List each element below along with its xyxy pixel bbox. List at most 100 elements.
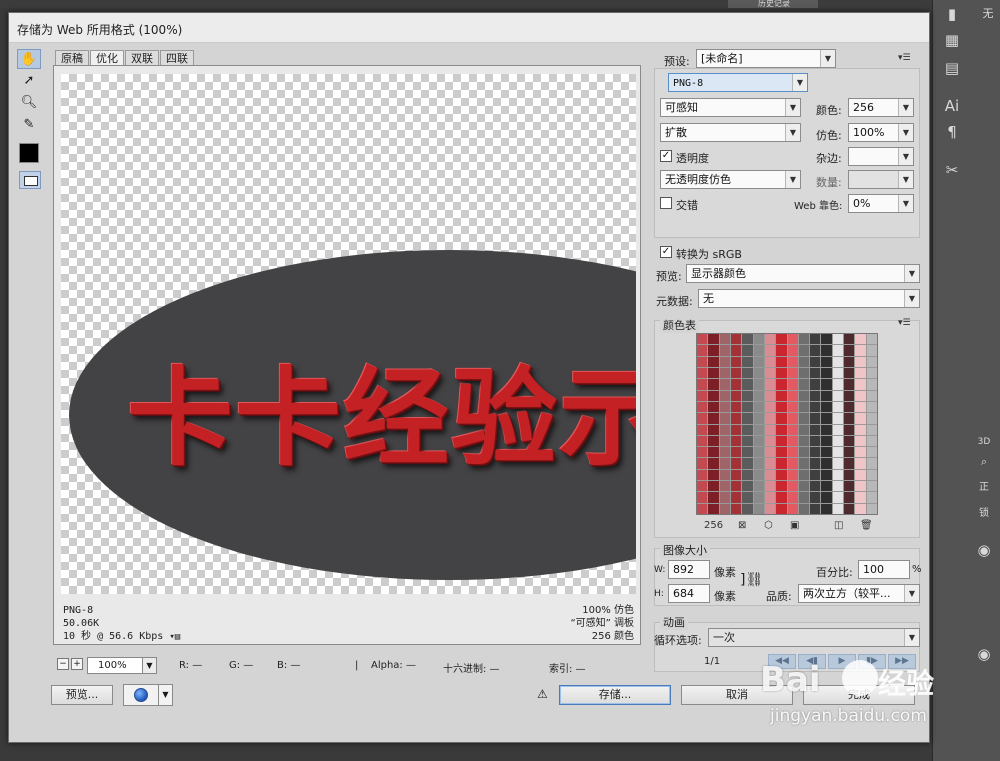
- color-swatch[interactable]: [730, 481, 742, 492]
- color-swatch[interactable]: [844, 334, 855, 345]
- color-swatch[interactable]: [832, 334, 844, 345]
- eyedropper-color-swatch[interactable]: [19, 143, 39, 163]
- color-swatch[interactable]: [855, 379, 866, 390]
- color-swatch[interactable]: [753, 356, 764, 367]
- color-swatch[interactable]: [855, 424, 866, 435]
- color-swatch[interactable]: [855, 492, 866, 503]
- color-swatch[interactable]: [810, 458, 821, 469]
- color-swatch[interactable]: [697, 447, 708, 458]
- color-swatch[interactable]: [798, 345, 810, 356]
- color-swatch[interactable]: [753, 469, 764, 481]
- color-swatch[interactable]: [730, 447, 742, 458]
- color-swatch[interactable]: [719, 401, 730, 413]
- color-swatch[interactable]: [697, 345, 708, 356]
- color-swatch[interactable]: [697, 458, 708, 469]
- color-swatch[interactable]: [753, 447, 764, 458]
- color-swatch[interactable]: [798, 424, 810, 435]
- color-swatch[interactable]: [719, 367, 730, 379]
- color-swatch[interactable]: [810, 390, 821, 401]
- width-input[interactable]: 892: [668, 560, 710, 579]
- color-swatch[interactable]: [855, 413, 866, 424]
- color-swatch[interactable]: [821, 379, 832, 390]
- color-swatch[interactable]: [866, 345, 877, 356]
- color-swatch[interactable]: [798, 401, 810, 413]
- color-swatch[interactable]: [798, 413, 810, 424]
- zoom-in-button[interactable]: +: [71, 658, 83, 670]
- toggle-slices-icon[interactable]: [19, 171, 41, 189]
- color-swatch[interactable]: [787, 356, 798, 367]
- color-swatch[interactable]: [697, 469, 708, 481]
- color-swatch[interactable]: [719, 492, 730, 503]
- color-swatch[interactable]: [776, 492, 787, 503]
- color-swatch[interactable]: [866, 424, 877, 435]
- color-swatch[interactable]: [844, 492, 855, 503]
- color-swatch[interactable]: [708, 503, 719, 514]
- color-swatch[interactable]: [764, 458, 776, 469]
- zoom-level-select[interactable]: 100% ▼: [87, 657, 157, 674]
- lock-color-icon[interactable]: ▣: [790, 520, 799, 531]
- color-swatch[interactable]: [764, 424, 776, 435]
- color-swatch[interactable]: [821, 447, 832, 458]
- color-swatch[interactable]: [832, 469, 844, 481]
- color-swatch[interactable]: [855, 401, 866, 413]
- color-swatch[interactable]: [730, 458, 742, 469]
- preview-button[interactable]: 预览...: [51, 685, 113, 705]
- color-swatch[interactable]: [866, 401, 877, 413]
- color-swatch[interactable]: [844, 481, 855, 492]
- color-swatch[interactable]: [753, 492, 764, 503]
- color-swatch[interactable]: [697, 379, 708, 390]
- color-swatch[interactable]: [798, 481, 810, 492]
- color-swatch[interactable]: [810, 413, 821, 424]
- color-swatch[interactable]: [798, 503, 810, 514]
- color-swatch[interactable]: [832, 345, 844, 356]
- panel-dock-icon[interactable]: ▮: [941, 4, 963, 24]
- format-select[interactable]: PNG-8 ▼: [668, 73, 808, 92]
- color-swatch[interactable]: [821, 390, 832, 401]
- color-swatch[interactable]: [810, 367, 821, 379]
- color-swatch[interactable]: [742, 356, 753, 367]
- color-swatch[interactable]: [776, 390, 787, 401]
- optimize-menu-icon[interactable]: ▾☰: [898, 53, 911, 63]
- color-swatch[interactable]: [821, 492, 832, 503]
- color-swatch[interactable]: [776, 447, 787, 458]
- color-swatch[interactable]: [855, 334, 866, 345]
- color-swatch[interactable]: [764, 334, 776, 345]
- color-swatch[interactable]: [764, 481, 776, 492]
- panel-layers-icon[interactable]: ▤: [941, 58, 963, 78]
- color-swatch[interactable]: [832, 492, 844, 503]
- color-swatch[interactable]: [798, 435, 810, 447]
- color-swatch[interactable]: [719, 345, 730, 356]
- color-swatch[interactable]: [866, 334, 877, 345]
- color-swatch[interactable]: [697, 424, 708, 435]
- map-transparency-icon[interactable]: ⊠: [738, 520, 746, 531]
- color-swatch[interactable]: [844, 503, 855, 514]
- color-swatch[interactable]: [810, 379, 821, 390]
- color-swatch[interactable]: [787, 379, 798, 390]
- color-swatch[interactable]: [855, 481, 866, 492]
- color-swatch[interactable]: [753, 390, 764, 401]
- color-swatch[interactable]: [742, 481, 753, 492]
- color-swatch[interactable]: [832, 447, 844, 458]
- color-swatch[interactable]: [730, 435, 742, 447]
- color-swatch[interactable]: [810, 334, 821, 345]
- color-swatch[interactable]: [708, 334, 719, 345]
- color-swatch[interactable]: [753, 379, 764, 390]
- eyedropper-tool-icon[interactable]: ✎: [17, 115, 41, 135]
- color-swatch[interactable]: [742, 424, 753, 435]
- color-swatch[interactable]: [810, 447, 821, 458]
- color-swatch[interactable]: [832, 379, 844, 390]
- delete-color-icon[interactable]: 🗑︎: [860, 520, 873, 531]
- color-swatch[interactable]: [798, 356, 810, 367]
- metadata-select[interactable]: 无 ▼: [698, 289, 920, 308]
- color-swatch[interactable]: [787, 334, 798, 345]
- color-swatch[interactable]: [764, 379, 776, 390]
- color-swatch[interactable]: [866, 413, 877, 424]
- preview-canvas[interactable]: 卡卡经验示: [61, 74, 636, 594]
- color-swatch[interactable]: [855, 447, 866, 458]
- color-swatch[interactable]: [708, 447, 719, 458]
- color-swatch[interactable]: [753, 424, 764, 435]
- color-swatch[interactable]: [742, 379, 753, 390]
- color-swatch[interactable]: [866, 435, 877, 447]
- percent-input[interactable]: 100: [858, 560, 910, 579]
- color-swatch[interactable]: [832, 401, 844, 413]
